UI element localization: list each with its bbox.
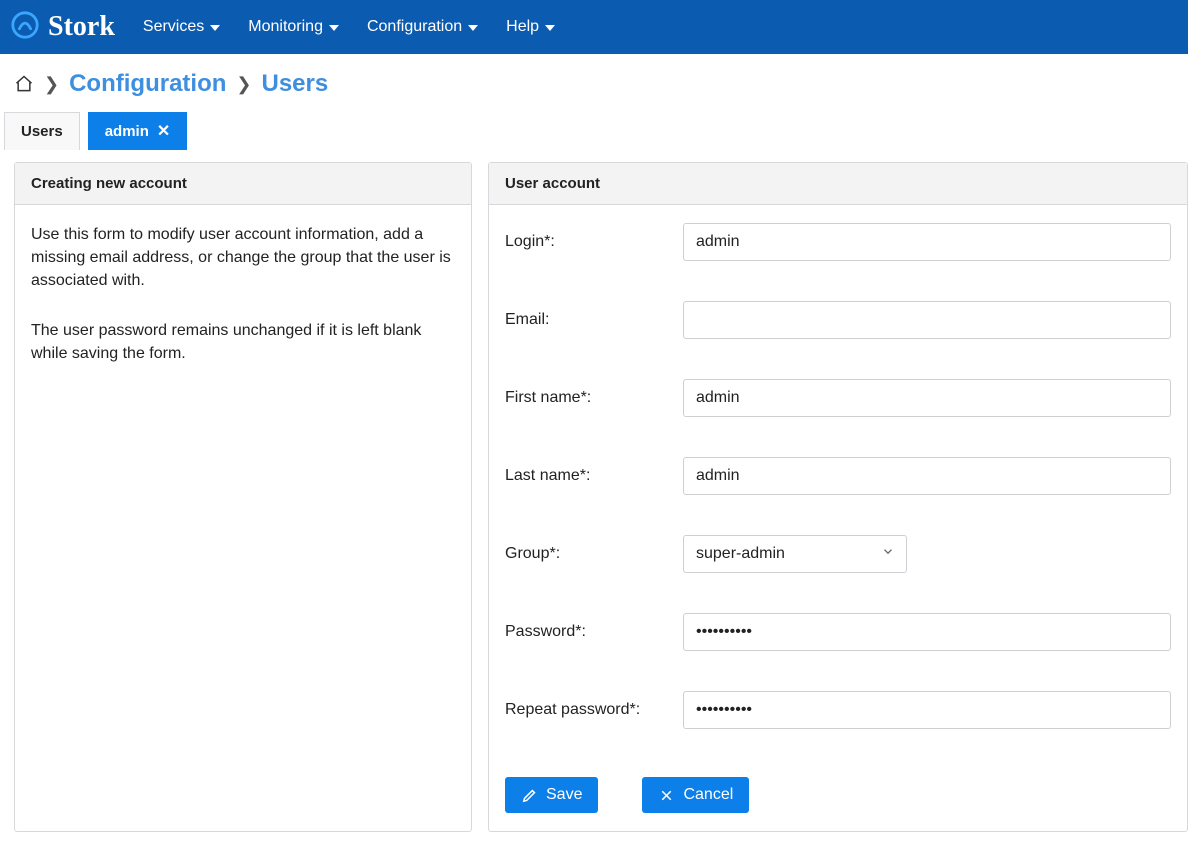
nav-services-label: Services (143, 18, 204, 36)
email-input[interactable] (683, 301, 1171, 339)
chevron-down-icon (210, 25, 220, 31)
group-select[interactable] (683, 535, 907, 573)
label-first-name: First name*: (505, 386, 683, 409)
label-login: Login*: (505, 230, 683, 253)
tab-admin[interactable]: admin ✕ (88, 112, 188, 150)
info-paragraph-1: Use this form to modify user account inf… (31, 223, 455, 293)
tab-users[interactable]: Users (4, 112, 80, 150)
tab-users-label: Users (21, 123, 63, 140)
breadcrumb-configuration[interactable]: Configuration (69, 70, 226, 98)
pencil-icon (521, 787, 538, 804)
panel-user-account: User account Login*: Email: First name*:… (488, 162, 1188, 832)
home-icon[interactable] (14, 74, 34, 94)
panel-user-account-title: User account (489, 163, 1187, 205)
brand-name: Stork (48, 11, 115, 43)
tabs: Users admin ✕ (0, 112, 1188, 150)
label-email: Email: (505, 308, 683, 331)
chevron-down-icon (468, 25, 478, 31)
nav-configuration-label: Configuration (367, 18, 462, 36)
nav-monitoring[interactable]: Monitoring (248, 18, 339, 36)
cancel-button[interactable]: Cancel (642, 777, 749, 813)
label-password: Password*: (505, 620, 683, 643)
cancel-button-label: Cancel (683, 786, 733, 804)
save-button-label: Save (546, 786, 582, 804)
login-input[interactable] (683, 223, 1171, 261)
close-icon[interactable]: ✕ (157, 124, 170, 140)
chevron-right-icon: ❯ (236, 74, 251, 95)
info-paragraph-2: The user password remains unchanged if i… (31, 319, 455, 365)
chevron-right-icon: ❯ (44, 74, 59, 95)
nav-monitoring-label: Monitoring (248, 18, 323, 36)
password-input[interactable] (683, 613, 1171, 651)
label-last-name: Last name*: (505, 464, 683, 487)
nav-configuration[interactable]: Configuration (367, 18, 478, 36)
last-name-input[interactable] (683, 457, 1171, 495)
breadcrumb: ❯ Configuration ❯ Users (0, 54, 1188, 112)
save-button[interactable]: Save (505, 777, 598, 813)
brand[interactable]: Stork (10, 10, 115, 44)
nav-help-label: Help (506, 18, 539, 36)
repeat-password-input[interactable] (683, 691, 1171, 729)
top-nav: Stork Services Monitoring Configuration … (0, 0, 1188, 54)
tab-admin-label: admin (105, 123, 149, 140)
chevron-down-icon (545, 25, 555, 31)
nav-help[interactable]: Help (506, 18, 555, 36)
panel-creating-account: Creating new account Use this form to mo… (14, 162, 472, 832)
chevron-down-icon (329, 25, 339, 31)
label-group: Group*: (505, 542, 683, 565)
nav-services[interactable]: Services (143, 18, 220, 36)
content: Creating new account Use this form to mo… (0, 150, 1188, 852)
label-repeat-password: Repeat password*: (505, 698, 683, 721)
close-icon (658, 787, 675, 804)
breadcrumb-users: Users (262, 70, 329, 98)
first-name-input[interactable] (683, 379, 1171, 417)
brand-logo-icon (10, 10, 40, 44)
panel-creating-account-title: Creating new account (15, 163, 471, 205)
